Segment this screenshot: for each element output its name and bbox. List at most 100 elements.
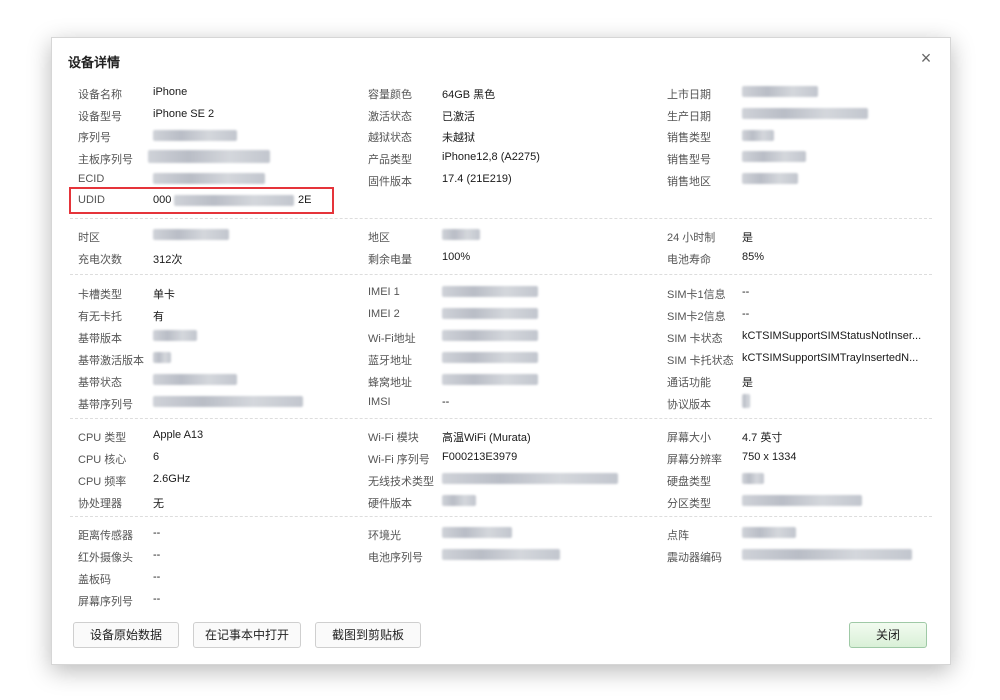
label-cover-code: 盖板码 [78,574,111,586]
label-ecid: ECID [78,173,105,185]
redacted-serial-number [153,130,237,141]
value-product-type: iPhone12,8 (A2275) [442,151,540,163]
redacted-partition-type [742,495,862,506]
redacted-imei2 [442,308,538,319]
redacted-sales-type [742,130,774,141]
redacted-ambient-light [442,527,512,538]
value-coprocessor: 无 [153,498,164,510]
raw-data-button[interactable]: 设备原始数据 [73,622,179,648]
value-sim-status: kCTSIMSupportSIMStatusNotInser... [742,330,922,342]
label-cpu-frequency: CPU 频率 [78,476,127,488]
label-coprocessor: 协处理器 [78,498,122,510]
redacted-region [442,229,480,240]
value-sim2-info: -- [742,308,750,320]
label-jailbreak: 越狱状态 [368,132,412,144]
redacted-ecid [153,173,265,184]
label-sales-type: 销售类型 [667,132,711,144]
value-sim1-info: -- [742,286,750,298]
redacted-wifi-address [442,330,538,341]
label-imsi: IMSI [368,396,391,408]
value-cpu-frequency: 2.6GHz [153,473,191,485]
label-hardware-version: 硬件版本 [368,498,412,510]
label-cpu-type: CPU 类型 [78,432,127,444]
redacted-protocol-version [742,394,750,408]
label-partition-type: 分区类型 [667,498,711,510]
label-baseband-serial: 基带序列号 [78,399,133,411]
label-vibrator-code: 震动器编码 [667,552,722,564]
label-screen-serial: 屏幕序列号 [78,596,133,608]
label-serial-number: 序列号 [78,132,111,144]
label-activation: 激活状态 [368,111,412,123]
screenshot-to-clipboard-button[interactable]: 截图到剪贴板 [315,622,421,648]
label-timezone: 时区 [78,232,100,244]
redacted-bluetooth-address [442,352,538,363]
value-sim-tray-status: kCTSIMSupportSIMTrayInsertedN... [742,352,919,364]
value-proximity-sensor: -- [153,527,161,539]
redacted-baseband-version [153,330,197,341]
label-wifi-module: Wi-Fi 模块 [368,432,419,444]
redacted-imei1 [442,286,538,297]
section-divider [70,274,932,275]
redacted-baseband-status [153,374,237,385]
redacted-sales-region [742,173,798,184]
label-24h: 24 小时制 [667,232,716,244]
value-sim-tray: 有 [153,311,164,323]
label-production-date: 生产日期 [667,111,711,123]
label-battery-level: 剩余电量 [368,254,412,266]
section-divider [70,218,932,219]
value-wifi-module: 高温WiFi (Murata) [442,432,531,444]
label-baseband-version: 基带版本 [78,333,122,345]
label-ambient-light: 环境光 [368,530,401,542]
value-battery-level: 100% [442,251,471,263]
label-capacity-color: 容量颜色 [368,89,412,101]
label-battery-serial: 电池序列号 [368,552,423,564]
value-screen-serial: -- [153,593,161,605]
label-battery-health: 电池寿命 [667,254,711,266]
value-screen-resolution: 750 x 1334 [742,451,797,463]
redacted-baseband-activation [153,352,171,363]
label-sim1-info: SIM卡1信息 [667,289,726,301]
label-screen-resolution: 屏幕分辨率 [667,454,722,466]
label-sim2-info: SIM卡2信息 [667,311,726,323]
label-bluetooth-address: 蓝牙地址 [368,355,412,367]
value-device-name: iPhone [153,86,188,98]
close-button[interactable]: 关闭 [849,622,927,648]
label-sim-slot-type: 卡槽类型 [78,289,122,301]
value-cpu-type: Apple A13 [153,429,204,441]
value-capacity-color: 64GB 黑色 [442,89,496,101]
label-device-name: 设备名称 [78,89,122,101]
label-release-date: 上市日期 [667,89,711,101]
value-cover-code: -- [153,571,161,583]
value-device-model: iPhone SE 2 [153,108,215,120]
value-ir-camera: -- [153,549,161,561]
label-protocol-version: 协议版本 [667,399,711,411]
label-wifi-serial: Wi-Fi 序列号 [368,454,430,466]
close-icon[interactable]: × [916,48,936,68]
label-sales-model: 销售型号 [667,154,711,166]
label-sim-status: SIM 卡状态 [667,333,723,345]
value-battery-health: 85% [742,251,765,263]
value-cpu-cores: 6 [153,451,160,463]
label-ir-camera: 红外摄像头 [78,552,133,564]
label-board-serial: 主板序列号 [78,154,133,166]
label-cellular-address: 蜂窝地址 [368,377,412,389]
redacted-wireless-tech [442,473,618,484]
value-wifi-serial: F000213E3979 [442,451,518,463]
dialog-title: 设备详情 [68,55,121,70]
redacted-hardware-version [442,495,476,506]
label-screen-size: 屏幕大小 [667,432,711,444]
redacted-disk-type [742,473,764,484]
label-sim-tray: 有无卡托 [78,311,122,323]
label-firmware: 固件版本 [368,176,412,188]
redacted-baseband-serial [153,396,303,407]
label-wifi-address: Wi-Fi地址 [368,333,416,345]
label-proximity-sensor: 距离传感器 [78,530,133,542]
redacted-vibrator-code [742,549,912,560]
open-in-notepad-button[interactable]: 在记事本中打开 [193,622,301,648]
label-charge-count: 充电次数 [78,254,122,266]
label-region: 地区 [368,232,390,244]
label-call-function: 通话功能 [667,377,711,389]
label-dot-matrix: 点阵 [667,530,689,542]
value-call-function: 是 [742,377,753,389]
label-device-model: 设备型号 [78,111,122,123]
